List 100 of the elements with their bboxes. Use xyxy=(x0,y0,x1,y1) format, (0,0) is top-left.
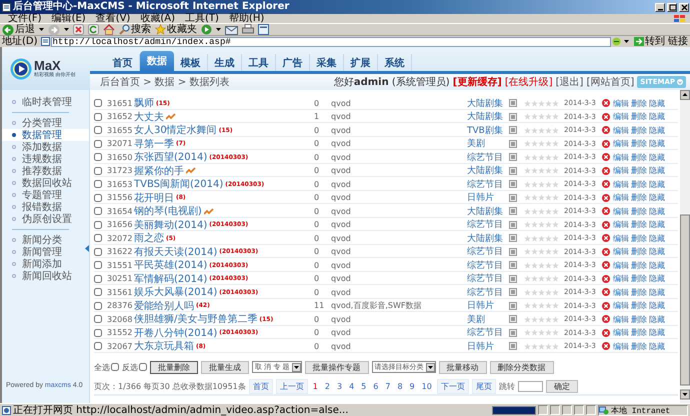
page-number-field[interactable] xyxy=(518,380,543,392)
category-link[interactable]: 日韩片 xyxy=(467,340,509,352)
prev-page-link[interactable]: 上一页 xyxy=(276,378,308,394)
delete-link[interactable]: 删除 xyxy=(631,232,647,244)
edit-link[interactable]: 编辑 xyxy=(613,260,629,270)
page-link[interactable]: 5 xyxy=(359,382,368,390)
title-link[interactable]: 开卷八分钟(2014) xyxy=(134,326,218,340)
title-link[interactable]: 有报天天读(2014) xyxy=(134,244,218,258)
delete-link[interactable]: 删除 xyxy=(631,314,647,324)
hide-link[interactable]: 隐藏 xyxy=(649,286,665,298)
delete-icon[interactable] xyxy=(602,153,610,161)
edit-link[interactable]: 编辑 xyxy=(613,206,629,216)
sidebar-item[interactable]: 临时表管理 xyxy=(2,96,89,108)
row-checkbox[interactable] xyxy=(94,126,102,134)
delete-icon[interactable] xyxy=(602,328,610,336)
row-checkbox[interactable] xyxy=(94,194,102,202)
delete-icon[interactable] xyxy=(602,180,610,188)
title-link[interactable]: TVBS闽新闻(2014) xyxy=(134,177,224,191)
hide-link[interactable]: 隐藏 xyxy=(649,124,665,136)
edit-button[interactable] xyxy=(258,24,269,35)
category-link[interactable]: 综艺节目 xyxy=(467,218,509,231)
back-button[interactable]: 后退 xyxy=(2,24,35,36)
confirm-button[interactable]: 确定 xyxy=(546,380,578,392)
menu-item[interactable]: 编辑(E) xyxy=(52,14,86,24)
delete-icon[interactable] xyxy=(602,288,610,296)
hide-link[interactable]: 隐藏 xyxy=(649,206,665,216)
sidebar-item[interactable]: 报错数据 xyxy=(2,201,89,213)
refresh-button[interactable] xyxy=(88,24,99,35)
edit-link[interactable]: 编辑 xyxy=(613,98,629,108)
collapse-arrow-icon[interactable] xyxy=(85,245,89,252)
delete-link[interactable]: 删除 xyxy=(631,152,647,162)
invert-checkbox[interactable] xyxy=(139,363,147,371)
nav-tab[interactable]: 扩展 xyxy=(344,54,378,71)
row-checkbox[interactable] xyxy=(94,328,102,336)
nav-tab[interactable]: 模板 xyxy=(174,54,208,71)
category-link[interactable]: 综艺节目 xyxy=(467,286,509,298)
delete-icon[interactable] xyxy=(602,302,610,310)
row-checkbox[interactable] xyxy=(94,234,102,242)
title-link[interactable]: 平民英雄(2014) xyxy=(134,258,208,272)
last-page-link[interactable]: 尾页 xyxy=(472,378,496,394)
delete-icon[interactable] xyxy=(602,315,610,323)
title-link[interactable]: 娱乐大风暴(2014) xyxy=(134,285,218,299)
close-button[interactable] xyxy=(679,2,689,12)
delete-link[interactable]: 删除 xyxy=(631,192,647,203)
delete-icon[interactable] xyxy=(602,166,610,174)
page-link[interactable]: 2 xyxy=(322,382,332,390)
row-checkbox[interactable] xyxy=(94,248,102,256)
menu-item[interactable]: 工具(T) xyxy=(185,14,219,24)
page-link[interactable]: 9 xyxy=(408,382,417,390)
sidebar-item[interactable]: 添加数据 xyxy=(2,141,89,153)
hide-link[interactable]: 隐藏 xyxy=(649,340,665,352)
title-link[interactable]: 侠胆雄狮/美女与野兽第二季 xyxy=(134,312,258,326)
row-checkbox[interactable] xyxy=(94,153,102,161)
next-page-link[interactable]: 下一页 xyxy=(436,378,469,394)
title-link[interactable]: 美丽舞动(2014) xyxy=(134,218,208,232)
category-link[interactable]: 综艺节目 xyxy=(467,178,509,190)
delete-link[interactable]: 删除 xyxy=(631,124,647,136)
hide-link[interactable]: 隐藏 xyxy=(649,138,665,149)
header-link[interactable]: [退出] xyxy=(556,75,584,89)
page-link[interactable]: 3 xyxy=(334,382,344,390)
edit-link[interactable]: 编辑 xyxy=(613,219,629,230)
sidebar-item[interactable]: 分类管理 xyxy=(2,117,89,129)
mail-button[interactable] xyxy=(225,24,238,35)
title-link[interactable]: 东张西望(2014) xyxy=(134,150,208,164)
delete-link[interactable]: 删除 xyxy=(631,340,647,352)
delete-icon[interactable] xyxy=(602,234,610,242)
sidebar-item[interactable]: 数据回收站 xyxy=(2,177,89,189)
sidebar-item[interactable]: 伪原创设置 xyxy=(2,213,89,225)
select-all-checkbox[interactable] xyxy=(111,363,119,371)
page-link[interactable]: 7 xyxy=(383,382,392,390)
row-checkbox[interactable] xyxy=(94,140,102,148)
edit-link[interactable]: 编辑 xyxy=(613,178,629,190)
row-checkbox[interactable] xyxy=(94,288,102,296)
delete-icon[interactable] xyxy=(602,248,610,256)
batch-button[interactable]: 批量删除 xyxy=(150,360,198,374)
hide-link[interactable]: 隐藏 xyxy=(649,165,665,176)
category-link[interactable]: 大陆剧集 xyxy=(467,204,509,218)
delete-link[interactable]: 删除 xyxy=(631,273,647,284)
sidebar-item[interactable]: 违规数据 xyxy=(2,153,89,165)
nav-tab[interactable]: 系统 xyxy=(378,54,412,71)
hide-link[interactable]: 隐藏 xyxy=(649,246,665,257)
search-button[interactable]: 搜索 xyxy=(119,24,151,35)
hide-link[interactable]: 隐藏 xyxy=(649,260,665,270)
row-checkbox[interactable] xyxy=(94,220,102,228)
category-link[interactable]: 日韩片 xyxy=(467,191,509,204)
title-link[interactable]: 花开明日 xyxy=(134,190,174,204)
delete-link[interactable]: 删除 xyxy=(631,165,647,176)
hide-link[interactable]: 隐藏 xyxy=(649,300,665,311)
edit-link[interactable]: 编辑 xyxy=(613,327,629,338)
delete-icon[interactable] xyxy=(602,220,610,228)
edit-link[interactable]: 编辑 xyxy=(613,232,629,244)
hide-link[interactable]: 隐藏 xyxy=(649,273,665,284)
header-link[interactable]: [更新缓存] xyxy=(452,75,502,89)
home-button[interactable] xyxy=(103,24,115,35)
nav-tab[interactable]: 数据 xyxy=(140,51,174,71)
batch-button[interactable]: 批量生成 xyxy=(201,360,249,374)
row-checkbox[interactable] xyxy=(94,302,102,310)
category-link[interactable]: 大陆剧集 xyxy=(467,164,509,177)
delete-icon[interactable] xyxy=(602,112,610,120)
menu-item[interactable]: 文件(F) xyxy=(8,14,42,24)
